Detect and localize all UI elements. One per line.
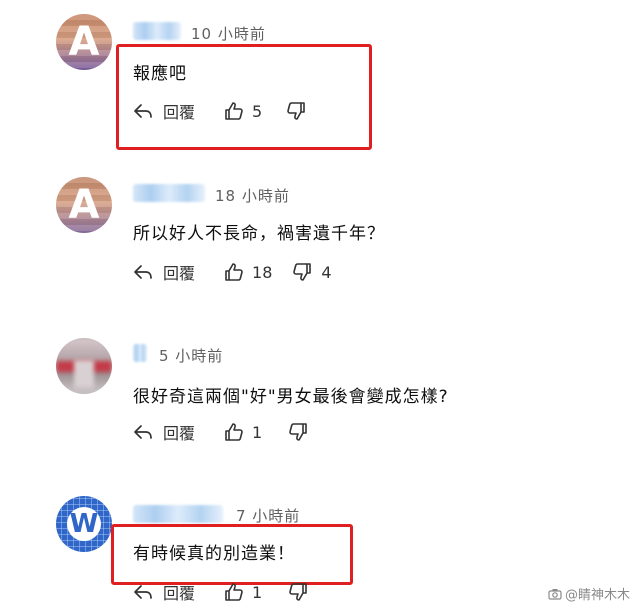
- reply-button[interactable]: 回覆: [133, 99, 195, 123]
- username[interactable]: [133, 344, 147, 362]
- like-count: 18: [252, 262, 273, 282]
- comment-text: 很好奇這兩個"好"男女最後會變成怎樣?: [133, 387, 449, 407]
- dislike-button[interactable]: [286, 101, 306, 121]
- comment-4: W 7 小時前 有時候真的別造業！ 回覆 1: [0, 485, 640, 611]
- like-button[interactable]: 1: [224, 582, 262, 602]
- comment-actions: 回覆 1: [133, 420, 308, 444]
- like-count: 1: [252, 582, 263, 602]
- reply-icon: [133, 583, 153, 601]
- timestamp[interactable]: 7 小時前: [236, 505, 300, 526]
- reply-icon: [133, 263, 153, 281]
- avatar[interactable]: A: [56, 14, 112, 70]
- reply-button[interactable]: 回覆: [133, 580, 195, 604]
- watermark-text: @睛神木木: [564, 588, 630, 603]
- dislike-button[interactable]: 4: [292, 262, 332, 282]
- reply-button[interactable]: 回覆: [133, 420, 195, 444]
- avatar-letter: A: [68, 182, 100, 228]
- timestamp[interactable]: 5 小時前: [159, 345, 223, 366]
- username[interactable]: [133, 22, 181, 40]
- like-button[interactable]: 1: [224, 422, 262, 442]
- reply-label: 回覆: [163, 103, 196, 122]
- thumbs-down-icon: [288, 422, 308, 442]
- comment-actions: 回覆 18 4: [133, 260, 332, 284]
- thumbs-up-icon: [224, 101, 244, 121]
- like-count: 1: [252, 422, 263, 442]
- comment-text: 報應吧: [133, 64, 187, 84]
- watermark: @睛神木木: [548, 584, 630, 603]
- comment-2: A 18 小時前 所以好人不長命，禍害遺千年？ 回覆 18 4: [0, 160, 640, 320]
- reply-label: 回覆: [163, 584, 196, 603]
- thumbs-up-icon: [224, 422, 244, 442]
- like-button[interactable]: 5: [224, 101, 262, 121]
- dislike-button[interactable]: [288, 582, 308, 602]
- comment-1: A 10 小時前 報應吧 回覆 5: [0, 0, 640, 160]
- comment-text: 有時候真的別造業！: [133, 544, 295, 564]
- timestamp[interactable]: 18 小時前: [215, 185, 290, 206]
- avatar[interactable]: A: [56, 177, 112, 233]
- dislike-count: 4: [321, 262, 332, 282]
- username[interactable]: [133, 505, 223, 523]
- thumbs-up-icon: [224, 262, 244, 282]
- like-button[interactable]: 18: [224, 262, 272, 282]
- avatar[interactable]: W: [56, 496, 112, 552]
- comment-text: 所以好人不長命，禍害遺千年？: [133, 224, 385, 244]
- reply-icon: [133, 102, 153, 120]
- reply-label: 回覆: [163, 424, 196, 443]
- comment-3: 5 小時前 很好奇這兩個"好"男女最後會變成怎樣? 回覆 1: [0, 320, 640, 485]
- thumbs-down-icon: [292, 262, 312, 282]
- reply-label: 回覆: [163, 264, 196, 283]
- camera-icon: [548, 588, 562, 600]
- avatar-letter: W: [69, 509, 99, 539]
- thumbs-down-icon: [288, 582, 308, 602]
- avatar[interactable]: [56, 338, 112, 394]
- username[interactable]: [133, 184, 205, 202]
- comment-actions: 回覆 5: [133, 99, 306, 123]
- thumbs-up-icon: [224, 582, 244, 602]
- comment-actions: 回覆 1: [133, 580, 308, 604]
- reply-button[interactable]: 回覆: [133, 260, 195, 284]
- dislike-button[interactable]: [288, 422, 308, 442]
- like-count: 5: [252, 101, 263, 121]
- timestamp[interactable]: 10 小時前: [191, 23, 266, 44]
- avatar-letter: A: [68, 19, 100, 65]
- thumbs-down-icon: [286, 101, 306, 121]
- reply-icon: [133, 423, 153, 441]
